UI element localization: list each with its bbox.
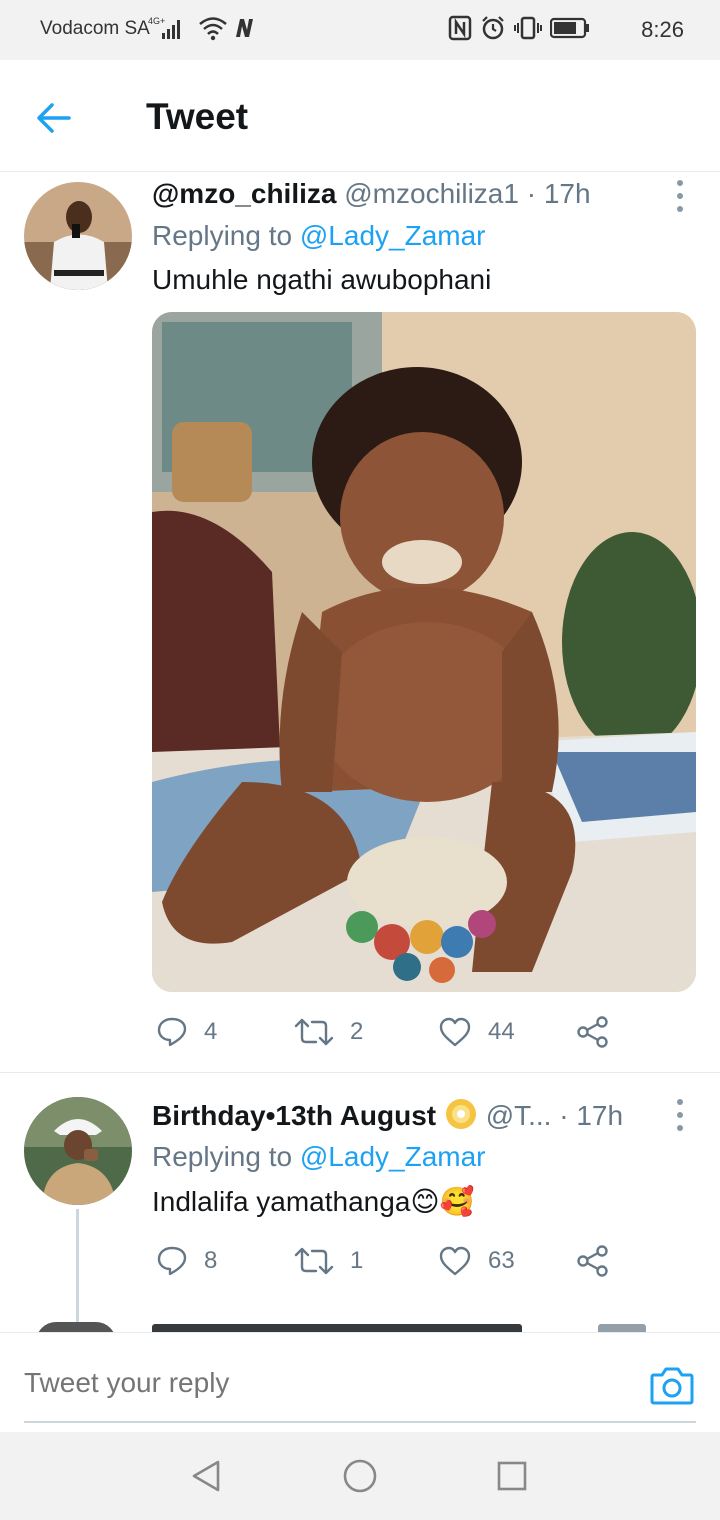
retweet-icon: [294, 1018, 334, 1046]
more-dot-icon: [677, 1099, 683, 1105]
retweet-count: 2: [350, 1018, 364, 1045]
more-options-button[interactable]: [674, 1099, 686, 1131]
dvd-icon: [444, 1097, 478, 1138]
separator-dot: ·: [559, 1100, 569, 1131]
more-dot-icon: [677, 193, 683, 199]
replying-label: Replying to: [152, 1141, 293, 1172]
reply-icon: [157, 1017, 187, 1047]
like-button[interactable]: 44: [438, 1012, 515, 1052]
more-options-button[interactable]: [674, 180, 686, 212]
replying-to-link[interactable]: @Lady_Zamar: [300, 1141, 486, 1172]
retweet-count: 1: [350, 1247, 364, 1274]
user-handle[interactable]: @mzochiliza1: [344, 178, 519, 209]
nav-recents-button[interactable]: [490, 1454, 534, 1498]
tweet-text: Indlalifa yamathanga😊🥰: [152, 1186, 475, 1217]
nfc-icon: [448, 15, 472, 46]
avatar[interactable]: [24, 1097, 132, 1205]
avatar[interactable]: [24, 182, 132, 290]
nav-home-button[interactable]: [338, 1454, 382, 1498]
tweet-2[interactable]: Birthday•13th August @T... · 17h Replyin…: [0, 1073, 720, 1333]
battery-icon: [549, 17, 590, 44]
like-button[interactable]: 63: [438, 1241, 515, 1281]
share-button[interactable]: [576, 1241, 610, 1281]
share-icon: [577, 1245, 608, 1277]
arrow-left-icon: [37, 103, 71, 133]
reply-underline: [24, 1421, 696, 1423]
reply-count: 8: [204, 1247, 218, 1274]
reply-button[interactable]: 4: [156, 1012, 217, 1052]
separator-dot: ·: [526, 178, 537, 209]
replying-to: Replying to @Lady_Zamar: [152, 220, 485, 252]
reply-icon: [157, 1246, 187, 1276]
alarm-icon: [480, 15, 506, 46]
app-header: Tweet: [0, 60, 720, 172]
more-dot-icon: [677, 1112, 683, 1118]
clipped-time: [598, 1324, 646, 1332]
n-logo-icon: [232, 16, 256, 45]
display-name[interactable]: @mzo_chiliza: [152, 178, 336, 209]
more-dot-icon: [677, 1125, 683, 1131]
more-dot-icon: [677, 180, 683, 186]
more-dot-icon: [677, 206, 683, 212]
replying-to-link[interactable]: @Lady_Zamar: [300, 220, 486, 251]
tweet-actions: 8 1 63: [152, 1241, 622, 1281]
clock: 8:26: [641, 17, 684, 42]
status-bar: Vodacom SA 4G+ 8:26: [0, 0, 720, 60]
tweet-time: 17h: [576, 1100, 624, 1131]
replying-to: Replying to @Lady_Zamar: [152, 1141, 485, 1173]
network-type: 4G+: [148, 16, 165, 26]
nav-back-button[interactable]: [184, 1454, 228, 1498]
triangle-back-icon: [192, 1460, 220, 1492]
tweet-1[interactable]: @mzo_chiliza @mzochiliza1 · 17h Replying…: [0, 172, 720, 1072]
system-nav-bar: [0, 1432, 720, 1520]
tweet-image[interactable]: [152, 312, 696, 992]
user-handle[interactable]: @T...: [486, 1100, 552, 1131]
signal-icon: 4G+: [148, 15, 194, 46]
carrier-name: Vodacom SA: [40, 18, 150, 39]
reply-composer: [0, 1332, 720, 1432]
heart-icon: [439, 1017, 471, 1047]
retweet-button[interactable]: 1: [294, 1241, 363, 1281]
page-title: Tweet: [146, 96, 249, 137]
clipped-header: [152, 1324, 522, 1332]
avatar: [36, 1322, 116, 1332]
retweet-icon: [294, 1247, 334, 1275]
display-name[interactable]: Birthday•13th August: [152, 1100, 436, 1131]
reply-button[interactable]: 8: [156, 1241, 217, 1281]
partial-tweet: [0, 1318, 720, 1332]
replying-label: Replying to: [152, 220, 293, 251]
vibrate-icon: [514, 15, 542, 46]
like-count: 63: [488, 1247, 515, 1274]
tweet-header: Birthday•13th August @T... · 17h: [152, 1097, 623, 1138]
thread-connector: [76, 1209, 79, 1333]
retweet-button[interactable]: 2: [294, 1012, 363, 1052]
tweet-text: Umuhle ngathi awubophani: [152, 264, 492, 295]
tweet-time: 17h: [543, 178, 591, 209]
reply-count: 4: [204, 1018, 218, 1045]
tweet-header: @mzo_chiliza @mzochiliza1 · 17h: [152, 178, 591, 210]
camera-button[interactable]: [650, 1365, 694, 1405]
share-button[interactable]: [576, 1012, 610, 1052]
reply-input[interactable]: [24, 1359, 624, 1407]
square-recents-icon: [497, 1461, 527, 1491]
heart-icon: [439, 1246, 471, 1276]
like-count: 44: [488, 1018, 515, 1045]
back-button[interactable]: [30, 94, 78, 142]
share-icon: [577, 1016, 608, 1048]
circle-home-icon: [343, 1459, 377, 1493]
tweet-actions: 4 2 44: [152, 1012, 622, 1052]
camera-icon: [650, 1367, 694, 1405]
wifi-icon: [198, 15, 228, 46]
